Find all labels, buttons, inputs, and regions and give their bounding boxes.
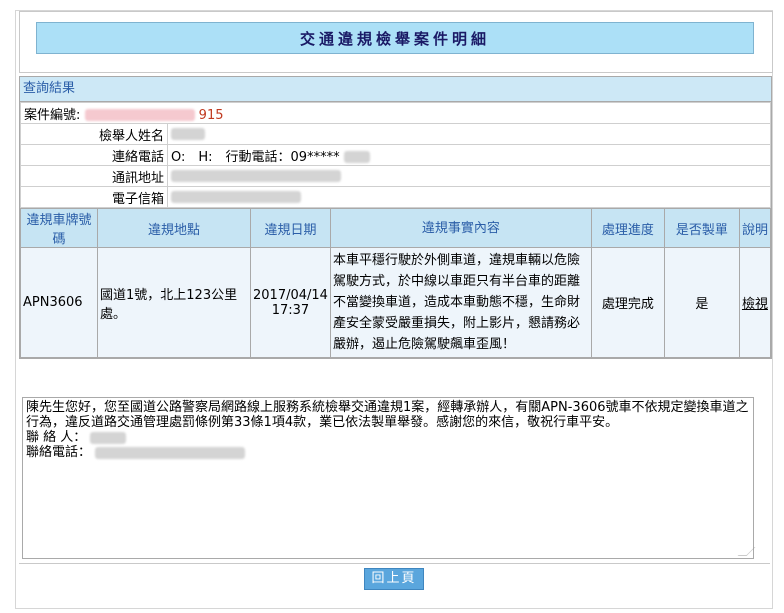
redacted-email — [171, 191, 301, 203]
reporter-row: 檢舉人姓名 — [20, 123, 771, 145]
reply-text: 陳先生您好，您至國道公路警察局網路線上服務系統檢舉交通違規1案，經轉承辦人，有關… — [26, 400, 749, 430]
redacted-case-number — [84, 109, 195, 121]
header-date: 違規日期 — [250, 208, 331, 248]
header-content: 違規事實內容 — [329, 208, 592, 248]
section-heading: 查詢結果 — [20, 77, 771, 102]
time-value: 17:37 — [271, 302, 310, 318]
status-cell: 處理完成 — [590, 247, 665, 358]
contact-phone-label: 聯絡電話： — [26, 445, 92, 460]
address-row: 通訊地址 — [20, 165, 771, 187]
reporter-label: 檢舉人姓名 — [20, 123, 168, 145]
redacted-phone — [343, 151, 370, 163]
date-value: 2017/04/14 — [253, 287, 328, 303]
header-location: 違規地點 — [97, 208, 251, 248]
title-container: 交通違規檢舉案件明細 — [19, 11, 773, 73]
case-info-table: 案件編號: 915 檢舉人姓名 連絡電話 O: H: 行動電話：09***** … — [20, 102, 771, 208]
header-ticketed: 是否製單 — [663, 208, 740, 248]
case-panel: 查詢結果 案件編號: 915 檢舉人姓名 連絡電話 O: H: 行動電話：09*… — [19, 76, 772, 359]
resize-handle-icon[interactable] — [737, 547, 756, 556]
date-cell: 2017/04/14 17:37 — [250, 247, 331, 358]
view-link[interactable]: 檢視 — [742, 297, 768, 312]
redacted-reporter-name — [171, 128, 205, 140]
case-number-suffix: 915 — [198, 107, 224, 123]
email-label: 電子信箱 — [20, 186, 168, 208]
header-description: 說明 — [738, 208, 772, 248]
page-title: 交通違規檢舉案件明細 — [36, 22, 754, 54]
case-number-row: 案件編號: 915 — [20, 102, 771, 124]
redacted-address — [171, 170, 341, 182]
phone-value: O: H: 行動電話：09***** — [171, 149, 340, 165]
location-cell: 國道1號，北上123公里處。 — [97, 247, 251, 358]
violation-table: 違規車牌號碼 違規地點 違規日期 違規事實內容 處理進度 是否製單 說明 APN… — [20, 208, 772, 358]
reply-textarea[interactable]: 陳先生您好，您至國道公路警察局網路線上服務系統檢舉交通違規1案，經轉承辦人，有關… — [22, 397, 756, 559]
header-plate: 違規車牌號碼 — [20, 208, 98, 248]
email-row: 電子信箱 — [20, 186, 771, 208]
address-label: 通訊地址 — [20, 165, 168, 187]
phone-label: 連絡電話 — [20, 144, 168, 166]
redacted-contact-phone — [95, 446, 246, 459]
header-status: 處理進度 — [590, 208, 665, 248]
violation-header-row: 違規車牌號碼 違規地點 違規日期 違規事實內容 處理進度 是否製單 說明 — [20, 208, 772, 248]
case-number-label: 案件編號: — [24, 107, 81, 123]
button-row: 回上頁 — [19, 563, 770, 592]
content-cell: 本車平穩行駛於外側車道，違規車輛以危險駕駛方式，於中線以車距只有半台車的距離不當… — [329, 247, 592, 358]
phone-row: 連絡電話 O: H: 行動電話：09***** — [20, 144, 771, 166]
contact-label: 聯 絡 人： — [26, 430, 87, 445]
plate-cell: APN3606 — [20, 247, 98, 358]
ticketed-cell: 是 — [663, 247, 740, 358]
table-row: APN3606 國道1號，北上123公里處。 2017/04/14 17:37 … — [20, 247, 772, 358]
redacted-contact — [90, 431, 127, 444]
back-button[interactable]: 回上頁 — [364, 568, 424, 590]
